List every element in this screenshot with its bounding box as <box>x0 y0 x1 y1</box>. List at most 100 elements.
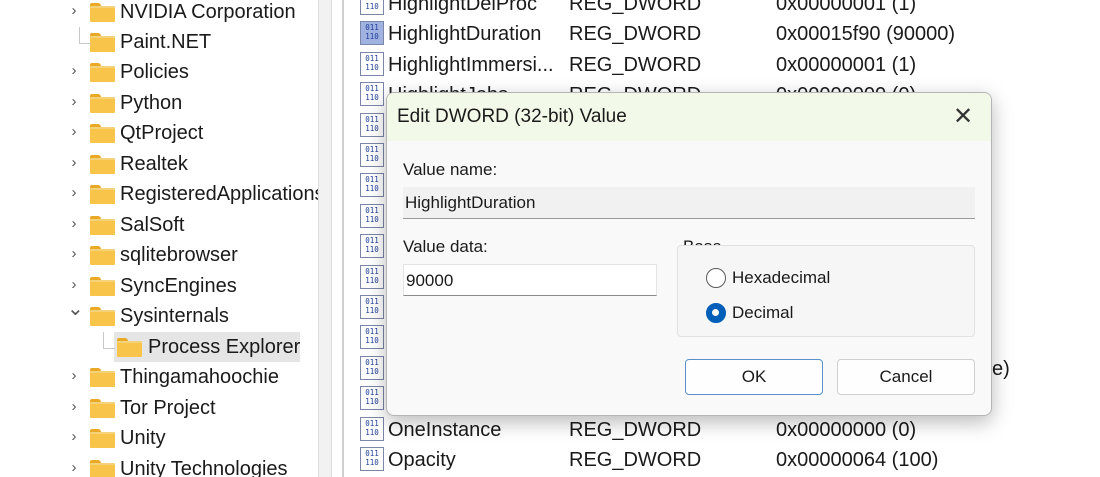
value-name-field: HighlightDuration <box>403 187 975 219</box>
folder-icon <box>90 307 115 326</box>
chevron-right-icon[interactable]: › <box>67 366 81 386</box>
chevron-right-icon[interactable]: › <box>67 427 81 447</box>
tree-item-label: SalSoft <box>120 214 185 236</box>
folder-icon <box>90 399 115 418</box>
chevron-right-icon[interactable]: › <box>67 397 81 417</box>
hexadecimal-label[interactable]: Hexadecimal <box>732 267 830 289</box>
registry-tree: › NVIDIA Corporation Paint.NET › Policies › Py… <box>0 0 318 477</box>
tree-item[interactable]: Paint.NET <box>0 27 318 57</box>
tree-guide-line <box>103 332 104 348</box>
hexadecimal-radio[interactable] <box>706 268 726 288</box>
chevron-right-icon[interactable]: › <box>67 275 81 295</box>
tree-guide-line <box>79 27 80 43</box>
reg-dword-icon: 011 110 <box>360 325 384 350</box>
tree-item[interactable]: › Thingamahoochie <box>0 362 318 392</box>
tree-item[interactable]: › SyncEngines <box>0 271 318 301</box>
tree-item[interactable]: › Tor Project <box>0 393 318 423</box>
tree-item-label: Process Explorer <box>148 336 301 358</box>
decimal-label[interactable]: Decimal <box>732 302 793 324</box>
value-name: HighlightDuration <box>388 23 542 46</box>
tree-item[interactable]: › Python <box>0 88 318 118</box>
edit-dword-dialog: Edit DWORD (32-bit) Value ✕ Value name: … <box>386 92 992 416</box>
reg-dword-icon: 011 110 <box>360 295 384 319</box>
tree-item[interactable]: › NVIDIA Corporation <box>0 0 318 27</box>
reg-dword-icon: 011 110 <box>360 234 384 259</box>
tree-item-label: Policies <box>120 61 189 83</box>
chevron-right-icon[interactable]: › <box>67 214 81 234</box>
tree-item-label: NVIDIA Corporation <box>120 1 296 23</box>
value-data: 0x00000001 (1) <box>776 0 917 15</box>
dialog-titlebar[interactable]: Edit DWORD (32-bit) Value ✕ <box>387 93 991 141</box>
value-name: OneInstance <box>388 418 502 441</box>
reg-dword-icon: 011 110 <box>360 447 384 471</box>
dialog-title: Edit DWORD (32-bit) Value <box>397 106 627 127</box>
tree-item-label: Paint.NET <box>120 31 212 53</box>
reg-dword-icon: 011 110 <box>360 386 384 411</box>
chevron-right-icon[interactable]: › <box>67 153 81 173</box>
tree-item[interactable]: › Unity Technologies <box>0 454 318 477</box>
reg-dword-icon: 011 110 <box>360 416 384 441</box>
list-item[interactable]: 011 110 Opacity REG_DWORD 0x00000064 (100) <box>344 444 1100 474</box>
pane-splitter[interactable] <box>318 0 332 477</box>
tree-item-label: sqlitebrowser <box>120 244 238 266</box>
reg-dword-icon: 011 110 <box>360 143 384 167</box>
value-name-label: Value name: <box>403 160 498 179</box>
tree-item[interactable]: › Unity <box>0 423 318 453</box>
tree-item[interactable]: › QtProject <box>0 118 318 148</box>
list-item[interactable]: 011 110 OneInstance REG_DWORD 0x00000000 (0… <box>344 414 1100 444</box>
tree-item[interactable]: ⌄ Sysinternals <box>0 299 318 331</box>
tree-item-label: SyncEngines <box>120 275 237 297</box>
reg-dword-icon: 011 110 <box>360 82 384 107</box>
reg-dword-icon: 011 110 <box>360 264 384 289</box>
list-item[interactable]: 011 110 HighlightImmersi... REG_DWORD 0x000… <box>344 49 1100 79</box>
reg-dword-icon: 011 110 <box>360 51 384 76</box>
chevron-down-icon[interactable]: ⌄ <box>67 299 84 319</box>
folder-icon <box>90 368 115 387</box>
reg-dword-icon: 011 110 <box>360 112 384 137</box>
tree-item[interactable]: › sqlitebrowser <box>0 240 318 270</box>
folder-icon <box>90 124 115 143</box>
chevron-right-icon[interactable]: › <box>67 1 81 21</box>
folder-icon <box>90 185 115 204</box>
close-icon[interactable]: ✕ <box>945 99 981 135</box>
value-name: Opacity <box>388 449 456 471</box>
value-data: 0x00000001 (1) <box>776 53 917 76</box>
tree-item-label: Python <box>120 92 183 114</box>
folder-icon <box>90 155 115 174</box>
value-data: e) <box>992 357 1010 380</box>
folder-icon <box>90 94 115 113</box>
folder-icon <box>90 460 115 477</box>
value-data-input[interactable]: 90000 <box>403 264 657 296</box>
reg-dword-icon: 011 110 <box>360 355 384 380</box>
folder-icon <box>90 3 115 22</box>
chevron-right-icon[interactable] <box>67 336 81 356</box>
tree-item[interactable]: › RegisteredApplications <box>0 179 319 209</box>
tree-item[interactable]: › Realtek <box>0 149 318 179</box>
tree-item[interactable]: Process Explorer <box>0 332 318 362</box>
list-item[interactable]: 011 110 HighlightDelProc REG_DWORD 0x000000… <box>344 0 1100 18</box>
folder-icon <box>117 338 142 357</box>
cancel-button[interactable]: Cancel <box>837 359 975 395</box>
chevron-right-icon[interactable]: › <box>67 183 81 203</box>
reg-dword-icon: 011 110 <box>360 203 384 228</box>
decimal-radio[interactable] <box>706 303 726 323</box>
value-type: REG_DWORD <box>569 449 702 471</box>
list-item[interactable]: 011 110 HighlightDuration REG_DWORD 0x00015… <box>344 18 1100 48</box>
value-data: 0x00000000 (0) <box>776 418 917 441</box>
value-type: REG_DWORD <box>569 418 702 441</box>
reg-dword-icon: 011 110 <box>360 173 384 198</box>
tree-item-label: Realtek <box>120 153 188 175</box>
chevron-right-icon[interactable]: › <box>67 244 81 264</box>
ok-button[interactable]: OK <box>685 359 823 395</box>
value-data: 0x00000064 (100) <box>776 449 939 471</box>
tree-item[interactable]: › Policies <box>0 57 318 87</box>
tree-item[interactable]: › SalSoft <box>0 210 318 240</box>
chevron-right-icon[interactable]: › <box>67 458 81 477</box>
tree-item-label: Unity Technologies <box>120 458 288 477</box>
folder-icon <box>90 246 115 265</box>
chevron-right-icon[interactable]: › <box>67 61 81 81</box>
tree-guide-line <box>79 43 91 44</box>
chevron-right-icon[interactable]: › <box>67 122 81 142</box>
tree-item-label: Unity <box>120 427 166 449</box>
chevron-right-icon[interactable]: › <box>67 92 81 112</box>
